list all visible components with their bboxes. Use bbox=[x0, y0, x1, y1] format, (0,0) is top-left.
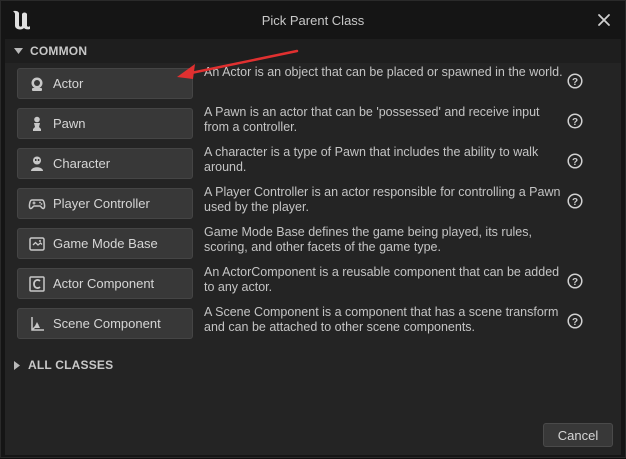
expand-triangle-icon bbox=[14, 360, 20, 370]
section-common-header[interactable]: COMMON bbox=[5, 39, 621, 63]
player-controller-button-label: Player Controller bbox=[53, 196, 150, 211]
svg-text:?: ? bbox=[572, 277, 578, 288]
actor-description: An Actor is an object that can be placed… bbox=[204, 65, 563, 79]
content-panel: COMMON Actor An Actor is an object that … bbox=[5, 39, 621, 455]
pick-parent-class-dialog: Pick Parent Class COMMON Actor An Actor … bbox=[0, 0, 626, 458]
character-button[interactable]: Character bbox=[17, 148, 193, 179]
gamepad-icon bbox=[28, 195, 46, 213]
class-row-actor: Actor An Actor is an object that can be … bbox=[5, 65, 621, 107]
svg-text:?: ? bbox=[572, 117, 578, 128]
help-icon[interactable]: ? bbox=[567, 273, 583, 289]
class-row-player-controller: Player Controller A Player Controller is… bbox=[5, 185, 621, 227]
actor-button[interactable]: Actor bbox=[17, 68, 193, 99]
actor-component-button-label: Actor Component bbox=[53, 276, 155, 291]
character-description: A character is a type of Pawn that inclu… bbox=[204, 145, 539, 174]
svg-text:?: ? bbox=[572, 197, 578, 208]
class-row-game-mode-base: Game Mode Base Game Mode Base defines th… bbox=[5, 225, 621, 267]
help-icon[interactable]: ? bbox=[567, 193, 583, 209]
cancel-button[interactable]: Cancel bbox=[543, 423, 613, 447]
pawn-description: A Pawn is an actor that can be 'possesse… bbox=[204, 105, 540, 134]
close-icon[interactable] bbox=[595, 11, 613, 29]
pawn-button-label: Pawn bbox=[53, 116, 86, 131]
svg-text:?: ? bbox=[572, 77, 578, 88]
character-icon bbox=[28, 155, 46, 173]
title-bar: Pick Parent Class bbox=[1, 1, 625, 39]
actor-component-icon bbox=[28, 275, 46, 293]
actor-component-description: An ActorComponent is a reusable componen… bbox=[204, 265, 560, 294]
player-controller-button[interactable]: Player Controller bbox=[17, 188, 193, 219]
collapse-triangle-icon bbox=[14, 47, 23, 54]
game-mode-base-button[interactable]: Game Mode Base bbox=[17, 228, 193, 259]
scene-component-description: A Scene Component is a component that ha… bbox=[204, 305, 559, 334]
actor-icon bbox=[28, 75, 46, 93]
pawn-button[interactable]: Pawn bbox=[17, 108, 193, 139]
player-controller-description: A Player Controller is an actor responsi… bbox=[204, 185, 561, 214]
pawn-icon bbox=[28, 115, 46, 133]
scene-component-button[interactable]: Scene Component bbox=[17, 308, 193, 339]
scene-component-button-label: Scene Component bbox=[53, 316, 161, 331]
section-common-label: COMMON bbox=[30, 44, 88, 58]
dialog-title: Pick Parent Class bbox=[261, 13, 365, 28]
help-icon[interactable]: ? bbox=[567, 113, 583, 129]
help-icon[interactable]: ? bbox=[567, 313, 583, 329]
help-icon[interactable]: ? bbox=[567, 73, 583, 89]
help-icon[interactable]: ? bbox=[567, 153, 583, 169]
game-mode-base-description: Game Mode Base defines the game being pl… bbox=[204, 225, 532, 254]
scene-component-icon bbox=[28, 315, 46, 333]
actor-component-button[interactable]: Actor Component bbox=[17, 268, 193, 299]
class-row-pawn: Pawn A Pawn is an actor that can be 'pos… bbox=[5, 105, 621, 147]
game-mode-base-button-label: Game Mode Base bbox=[53, 236, 158, 251]
game-mode-icon bbox=[28, 235, 46, 253]
section-all-classes-label: ALL CLASSES bbox=[28, 358, 114, 372]
svg-text:?: ? bbox=[572, 317, 578, 328]
section-all-classes-header[interactable]: ALL CLASSES bbox=[5, 353, 621, 377]
actor-button-label: Actor bbox=[53, 76, 84, 91]
class-row-actor-component: Actor Component An ActorComponent is a r… bbox=[5, 265, 621, 307]
svg-text:?: ? bbox=[572, 157, 578, 168]
class-row-character: Character A character is a type of Pawn … bbox=[5, 145, 621, 187]
character-button-label: Character bbox=[53, 156, 111, 171]
class-row-scene-component: Scene Component A Scene Component is a c… bbox=[5, 305, 621, 347]
